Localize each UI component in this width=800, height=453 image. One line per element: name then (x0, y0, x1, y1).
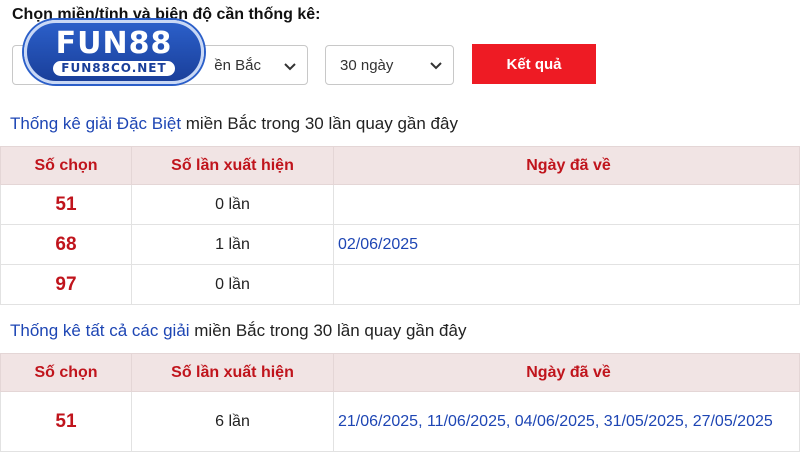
row-dates: 21/06/2025, 11/06/2025, 04/06/2025, 31/0… (333, 391, 800, 452)
days-select[interactable]: 30 ngày (325, 45, 454, 85)
chevron-down-icon (430, 62, 442, 70)
table-row: 51 0 lần (0, 184, 800, 225)
chevron-down-icon (284, 63, 296, 71)
row-number: 51 (0, 391, 132, 452)
fun88-logo: FUN88 FUN88CO.NET (24, 20, 204, 84)
section-title-all: Thống kê tất cả các giải miền Bắc trong … (10, 321, 466, 341)
col-header-count: Số lần xuất hiện (131, 146, 334, 185)
logo-url: FUN88CO.NET (53, 60, 175, 76)
row-count: 1 lần (131, 224, 334, 265)
all-prizes-table: Số chọn Số lần xuất hiện Ngày đã về 51 6… (0, 353, 800, 452)
row-number: 97 (0, 264, 132, 305)
days-select-value: 30 ngày (340, 56, 394, 74)
col-header-count: Số lần xuất hiện (131, 353, 334, 392)
col-header-dates: Ngày đã về (333, 146, 800, 185)
row-dates (333, 184, 800, 225)
logo-text: FUN88 (55, 25, 173, 61)
table-header-row: Số chọn Số lần xuất hiện Ngày đã về (0, 353, 800, 392)
table-header-row: Số chọn Số lần xuất hiện Ngày đã về (0, 146, 800, 185)
row-count: 6 lần (131, 391, 334, 452)
col-header-number: Số chọn (0, 146, 132, 185)
row-number: 68 (0, 224, 132, 265)
table-row: 68 1 lần 02/06/2025 (0, 224, 800, 265)
col-header-number: Số chọn (0, 353, 132, 392)
special-prize-link[interactable]: Thống kê giải Đặc Biệt (10, 114, 181, 133)
section-title-special: Thống kê giải Đặc Biệt miền Bắc trong 30… (10, 114, 458, 134)
row-number: 51 (0, 184, 132, 225)
row-count: 0 lần (131, 264, 334, 305)
col-header-dates: Ngày đã về (333, 353, 800, 392)
section-title-rest: miền Bắc trong 30 lần quay gần đây (181, 114, 458, 133)
section-title-rest: miền Bắc trong 30 lần quay gần đây (189, 321, 467, 340)
region-select-value: ền Bắc (214, 56, 261, 74)
table-row: 51 6 lần 21/06/2025, 11/06/2025, 04/06/2… (0, 391, 800, 452)
all-prizes-link[interactable]: Thống kê tất cả các giải (10, 321, 190, 340)
result-button[interactable]: Kết quả (472, 44, 596, 84)
row-dates (333, 264, 800, 305)
special-prize-table: Số chọn Số lần xuất hiện Ngày đã về 51 0… (0, 146, 800, 305)
row-dates: 02/06/2025 (333, 224, 800, 265)
row-count: 0 lần (131, 184, 334, 225)
table-row: 97 0 lần (0, 264, 800, 305)
